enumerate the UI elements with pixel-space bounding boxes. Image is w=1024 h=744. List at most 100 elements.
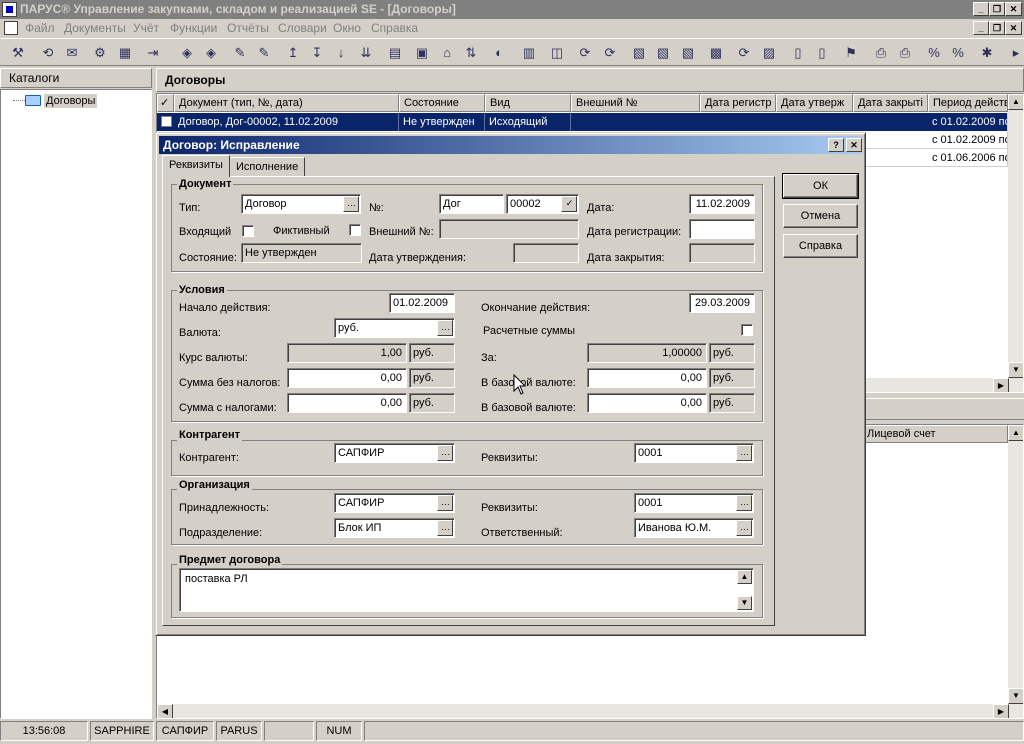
menu-dictionaries[interactable]: Словари <box>278 21 327 35</box>
tool-icon-4[interactable]: ⚙ <box>90 43 110 63</box>
tool-icon-23[interactable]: ⟳ <box>600 43 620 63</box>
number-field[interactable]: 00002 ✓ <box>506 194 579 214</box>
close-icon[interactable]: ✕ <box>1005 2 1022 16</box>
ellipsis-icon[interactable]: … <box>437 320 453 336</box>
vertical-scrollbar[interactable]: ▲ ▼ <box>1008 94 1023 378</box>
tool-icon-24[interactable]: ▧ <box>629 43 649 63</box>
menu-reports[interactable]: Отчёты <box>227 21 269 35</box>
base1-field[interactable]: 0,00 <box>587 368 707 388</box>
incoming-checkbox[interactable] <box>242 225 254 237</box>
dept-field[interactable]: Блок ИП… <box>334 518 455 538</box>
tool-icon-17[interactable]: ⌂ <box>437 43 457 63</box>
col-header-document[interactable]: Документ (тип, №, дата) <box>174 94 399 112</box>
counterparty-req-field[interactable]: 0001… <box>634 443 754 463</box>
currency-field[interactable]: руб.… <box>334 318 455 338</box>
catalog-tree[interactable]: Договоры <box>0 89 152 719</box>
sum-w-tax-field[interactable]: 0,00 <box>287 393 407 413</box>
tool-icon-27[interactable]: ▩ <box>706 43 726 63</box>
col-header-state[interactable]: Состояние <box>399 94 485 112</box>
tool-icon-34[interactable]: ⎙ <box>895 43 915 63</box>
tool-icon-10[interactable]: ✎ <box>254 43 274 63</box>
ellipsis-icon[interactable]: … <box>736 445 752 461</box>
tool-icon-37[interactable]: ✱ <box>977 43 997 63</box>
fictive-checkbox[interactable] <box>349 224 361 236</box>
reg-date-field[interactable] <box>689 219 755 239</box>
lower-horizontal-scrollbar[interactable]: ◀ ▶ <box>157 704 1023 718</box>
tool-icon-29[interactable]: ▨ <box>759 43 779 63</box>
minimize-icon[interactable]: _ <box>973 2 989 16</box>
org-req-field[interactable]: 0001… <box>634 493 754 513</box>
lower-vertical-scrollbar[interactable]: ▲ ▼ <box>1008 425 1023 704</box>
subject-scroll-down-icon[interactable]: ▼ <box>737 596 752 610</box>
tool-icon-30[interactable]: ▯ <box>788 43 808 63</box>
tool-icon-7[interactable]: ◈ <box>177 43 197 63</box>
lower-scroll-up-icon[interactable]: ▲ <box>1008 425 1023 441</box>
lower-scroll-down-icon[interactable]: ▼ <box>1008 688 1023 704</box>
tab-requisites[interactable]: Реквизиты <box>162 155 230 177</box>
tool-icon-18[interactable]: ⇅ <box>461 43 481 63</box>
ellipsis-icon[interactable]: … <box>437 520 453 536</box>
tool-icon-8[interactable]: ◈ <box>201 43 221 63</box>
ellipsis-icon[interactable]: … <box>736 520 752 536</box>
scroll-up-icon[interactable]: ▲ <box>1008 94 1023 110</box>
counterparty-field[interactable]: САПФИР… <box>334 443 455 463</box>
scroll-right-icon[interactable]: ▶ <box>993 378 1009 392</box>
lower-scroll-left-icon[interactable]: ◀ <box>157 704 173 718</box>
tool-icon-15[interactable]: ▤ <box>385 43 405 63</box>
tool-icon-3[interactable]: ✉ <box>62 43 82 63</box>
external-field[interactable] <box>439 219 579 239</box>
menu-window[interactable]: Окно <box>333 21 361 35</box>
belong-field[interactable]: САПФИР… <box>334 493 455 513</box>
menu-help[interactable]: Справка <box>371 21 418 35</box>
child-minimize-icon[interactable]: _ <box>973 21 989 35</box>
tool-icon-19[interactable]: ◐ <box>489 43 509 63</box>
ok-button[interactable]: ОК <box>782 173 859 199</box>
prefix-field[interactable]: Дог <box>439 194 504 214</box>
date-field[interactable]: 11.02.2009 <box>689 194 755 214</box>
tool-icon-20[interactable]: ▥ <box>519 43 539 63</box>
ellipsis-icon[interactable]: … <box>736 495 752 511</box>
tool-icon-2[interactable]: ⟲ <box>38 43 58 63</box>
tool-icon-11[interactable]: ↥ <box>283 43 303 63</box>
lower-scroll-right-icon[interactable]: ▶ <box>993 704 1009 718</box>
tool-icon-36[interactable]: % <box>948 43 968 63</box>
row-checkbox[interactable] <box>161 116 172 127</box>
tool-icon-33[interactable]: ⎙ <box>871 43 891 63</box>
menu-documents[interactable]: Документы <box>64 21 126 35</box>
tool-icon-1[interactable]: ⚒ <box>8 43 28 63</box>
calc-sums-checkbox[interactable] <box>741 324 753 336</box>
menu-file[interactable]: Файл <box>25 21 55 35</box>
tool-icon-5[interactable]: ▦ <box>115 43 135 63</box>
tool-icon-31[interactable]: ▯ <box>812 43 832 63</box>
tool-icon-16[interactable]: ▣ <box>412 43 432 63</box>
tree-item-contracts[interactable]: Договоры <box>44 94 98 108</box>
start-field[interactable]: 01.02.2009 <box>389 293 455 313</box>
subject-textarea[interactable]: поставка РЛ ▲ ▼ <box>179 568 754 612</box>
col-header-reg-date[interactable]: Дата регистр <box>700 94 776 112</box>
app-icon[interactable] <box>2 2 17 17</box>
col-header-kind[interactable]: Вид <box>485 94 571 112</box>
restore-icon[interactable]: ❐ <box>989 2 1005 16</box>
col-header-account[interactable]: Лицевой счет <box>862 425 1008 443</box>
child-restore-icon[interactable]: ❐ <box>989 21 1005 35</box>
tool-icon-9[interactable]: ✎ <box>230 43 250 63</box>
sum-wo-tax-field[interactable]: 0,00 <box>287 368 407 388</box>
menu-functions[interactable]: Функции <box>170 21 217 35</box>
base2-field[interactable]: 0,00 <box>587 393 707 413</box>
checkmark-icon[interactable]: ✓ <box>561 196 577 212</box>
ellipsis-icon[interactable]: … <box>437 495 453 511</box>
help-button[interactable]: Справка <box>783 234 858 258</box>
child-window-icon[interactable] <box>4 21 18 35</box>
ellipsis-icon[interactable]: … <box>437 445 453 461</box>
cancel-button[interactable]: Отмена <box>783 204 858 228</box>
subject-scroll-up-icon[interactable]: ▲ <box>737 570 752 584</box>
tool-icon-14[interactable]: ⇊ <box>356 43 376 63</box>
dialog-close-icon[interactable]: ✕ <box>846 138 862 152</box>
table-row[interactable]: Договор, Дог-00002, 11.02.2009 Не утверж… <box>157 113 1008 131</box>
tool-icon-22[interactable]: ⟳ <box>575 43 595 63</box>
tool-icon-25[interactable]: ▧ <box>653 43 673 63</box>
col-header-external[interactable]: Внешний № <box>571 94 700 112</box>
scroll-down-icon[interactable]: ▼ <box>1008 362 1023 378</box>
tool-icon-6[interactable]: ⇥ <box>143 43 163 63</box>
tool-icon-38[interactable]: ▸ <box>1006 43 1024 63</box>
